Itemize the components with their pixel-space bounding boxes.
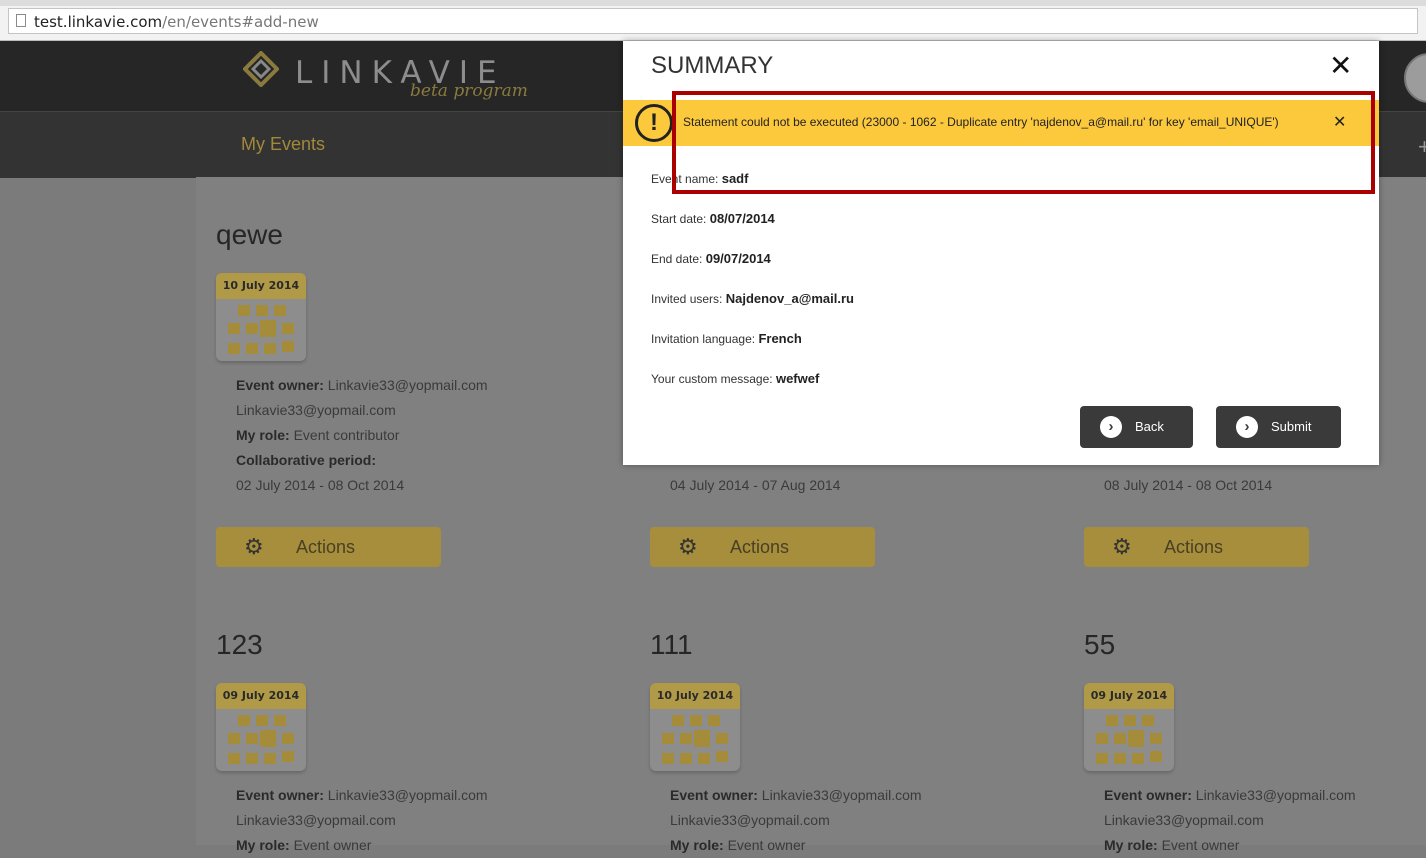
event-date: 09 July 2014 [216, 683, 306, 709]
modal-title: SUMMARY [651, 52, 774, 79]
page-icon [16, 14, 26, 27]
gear-icon: ⚙ [244, 534, 264, 559]
collab-period: 08 July 2014 - 08 Oct 2014 [1104, 477, 1273, 493]
event-date: 09 July 2014 [1084, 683, 1174, 709]
close-icon[interactable]: ✕ [1329, 49, 1352, 82]
url-text: test.linkavie.com/en/events#add-new [34, 13, 319, 31]
collab-period-label: Collaborative period: [236, 452, 377, 468]
event-role: Event contributor [293, 427, 400, 443]
event-owner: Linkavie33@yopmail.com [1195, 787, 1356, 803]
submit-button[interactable]: › Submit [1216, 406, 1341, 448]
alert-message: Statement could not be executed (23000 -… [683, 115, 1279, 129]
event-date: 10 July 2014 [216, 273, 306, 299]
event-owner: Linkavie33@yopmail.com [327, 377, 488, 393]
actions-button[interactable]: ⚙ Actions [216, 527, 441, 567]
event-role: Event owner [727, 837, 806, 853]
warning-icon: ! [635, 104, 673, 142]
event-title[interactable]: 55 [1084, 629, 1115, 661]
event-owner-line2: Linkavie33@yopmail.com [1104, 812, 1264, 828]
event-owner-line2: Linkavie33@yopmail.com [670, 812, 830, 828]
event-title[interactable]: qewe [216, 219, 283, 251]
summary-event-name: Event name: sadf [651, 171, 749, 186]
gear-icon: ⚙ [678, 534, 698, 559]
nav-my-events[interactable]: My Events [241, 134, 325, 155]
logo-icon [243, 51, 279, 87]
event-title[interactable]: 123 [216, 629, 263, 661]
event-info: Event owner: Linkavie33@yopmail.com Link… [1104, 787, 1356, 853]
chevron-right-icon: › [1236, 416, 1258, 438]
browser-tab-strip [0, 0, 1426, 6]
event-date: 10 July 2014 [650, 683, 740, 709]
event-role: Event owner [293, 837, 372, 853]
error-alert: ! Statement could not be executed (23000… [623, 100, 1379, 146]
event-owner-line2: Linkavie33@yopmail.com [236, 402, 396, 418]
summary-invited-users: Invited users: Najdenov_a@mail.ru [651, 291, 854, 306]
alert-close-icon[interactable]: ✕ [1333, 112, 1346, 132]
summary-end-date: End date: 09/07/2014 [651, 251, 771, 266]
actions-button[interactable]: ⚙ Actions [1084, 527, 1309, 567]
chevron-right-icon: › [1100, 416, 1122, 438]
summary-invitation-language: Invitation language: French [651, 331, 802, 346]
user-avatar[interactable] [1404, 53, 1426, 103]
event-owner: Linkavie33@yopmail.com [761, 787, 922, 803]
event-owner-line2: Linkavie33@yopmail.com [236, 812, 396, 828]
summary-modal: SUMMARY ✕ ! Statement could not be execu… [623, 41, 1379, 465]
event-info: Event owner: Linkavie33@yopmail.com Link… [670, 787, 922, 853]
actions-button[interactable]: ⚙ Actions [650, 527, 875, 567]
collab-period: 04 July 2014 - 07 Aug 2014 [670, 477, 841, 493]
event-role: Event owner [1161, 837, 1240, 853]
event-info: Event owner: Linkavie33@yopmail.com Link… [236, 373, 488, 498]
browser-toolbar: test.linkavie.com/en/events#add-new [0, 0, 1426, 41]
event-title[interactable]: 111 [650, 629, 693, 661]
collab-period: 02 July 2014 - 08 Oct 2014 [236, 477, 405, 493]
event-info: Event owner: Linkavie33@yopmail.com Link… [236, 787, 488, 853]
url-host: test.linkavie.com [34, 13, 163, 31]
calendar-icon: 10 July 2014 [650, 683, 740, 771]
summary-custom-message: Your custom message: wefwef [651, 371, 820, 386]
event-owner: Linkavie33@yopmail.com [327, 787, 488, 803]
nav-add-icon[interactable]: + [1418, 134, 1426, 160]
calendar-icon: 09 July 2014 [216, 683, 306, 771]
summary-start-date: Start date: 08/07/2014 [651, 211, 775, 226]
gear-icon: ⚙ [1112, 534, 1132, 559]
address-bar[interactable]: test.linkavie.com/en/events#add-new [8, 8, 1418, 34]
calendar-icon: 10 July 2014 [216, 273, 306, 361]
url-path: /en/events#add-new [162, 13, 319, 31]
calendar-icon: 09 July 2014 [1084, 683, 1174, 771]
logo-beta: beta program [410, 81, 528, 101]
back-button[interactable]: › Back [1080, 406, 1193, 448]
